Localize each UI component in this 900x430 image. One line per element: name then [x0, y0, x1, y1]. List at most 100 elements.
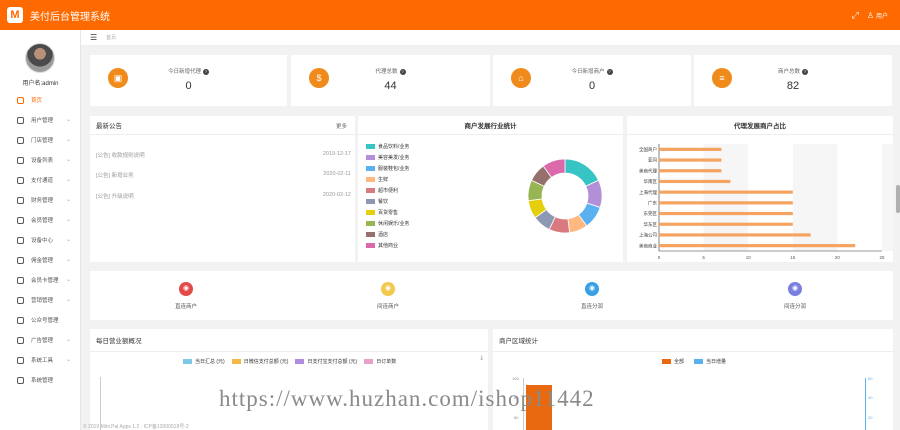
- sidebar-item[interactable]: 设备列表 ⌄: [0, 150, 81, 170]
- y-tick-label: 亚同: [648, 158, 657, 164]
- industry-chart-panel: 商户发展行业统计 食品饮料/业务 美容美发/业务 服装鞋包/业务 生鲜 超市便利 餐饮 百货…: [358, 116, 623, 262]
- quick-direct-merchant[interactable]: ◉ 直连商户: [156, 282, 216, 310]
- legend-swatch: [295, 359, 305, 364]
- stat-card-total-agents: $ 代理总数 44: [291, 55, 490, 106]
- sidebar-item[interactable]: 广告管理 ⌄: [0, 330, 81, 350]
- app-root: M 美付后台管理系统 ⤢ ♙ 用户 用户名:admin 首页 用户管理 ⌄ 门店管理 ⌄…: [0, 0, 900, 430]
- breadcrumb[interactable]: 首页: [106, 34, 116, 41]
- wechat-icon: [17, 316, 24, 324]
- user-icon: ♙: [866, 11, 874, 20]
- notice-more-link[interactable]: 更多: [336, 122, 347, 130]
- bar[interactable]: [659, 190, 793, 194]
- bar[interactable]: [659, 179, 731, 184]
- legend-swatch: [694, 359, 704, 364]
- agent-chart-panel: 代理发展商户占比 0 5 10 15 20 25 全国商户 亚同 美商代理 华南区 上海代理 广东 东莞…: [627, 116, 893, 262]
- bar[interactable]: [659, 222, 793, 226]
- legend-item[interactable]: 日微信支付总额 (元): [231, 358, 288, 365]
- sidebar-menu: 首页 用户管理 ⌄ 门店管理 ⌄ 设备列表 ⌄ 支付通道 ⌄ 财务管理 ⌄ 会员管理 ⌄ 设备中心 ⌄ 佣金管…: [0, 90, 81, 390]
- x-tick-label: 15: [790, 255, 796, 260]
- notice-item[interactable]: [公告] 新增业务 2020-02-11: [96, 171, 351, 179]
- y-tick-label: 美商代理: [639, 167, 657, 174]
- x-tick-label: 0: [658, 255, 661, 260]
- bar[interactable]: [659, 233, 811, 237]
- notice-text: [公告] 新增业务: [96, 173, 134, 179]
- stat-value: 0: [185, 80, 192, 92]
- legend-item[interactable]: 当日增量: [694, 358, 726, 365]
- download-icon[interactable]: ⤓: [480, 355, 483, 362]
- sidebar-item-label: 设备列表: [31, 158, 54, 164]
- bar[interactable]: [659, 147, 722, 151]
- legend-label: 日订单数: [376, 359, 397, 365]
- sidebar-item[interactable]: 系统工具 ⌄: [0, 350, 81, 370]
- region-ytick: 60: [514, 415, 519, 420]
- sidebar-item-label: 设备中心: [31, 238, 54, 244]
- legend-item[interactable]: 日支付宝支付总额 (元): [295, 358, 357, 365]
- bar[interactable]: [659, 169, 722, 173]
- sidebar-item[interactable]: 营销管理 ⌄: [0, 290, 81, 310]
- chevron-down-icon: ⌄: [65, 177, 71, 183]
- legend-item[interactable]: 日订单数: [364, 358, 396, 365]
- legend-item[interactable]: 当日汇总 (元): [183, 358, 225, 365]
- sidebar-item[interactable]: 首页: [0, 90, 81, 110]
- y-tick-label: 东莞区: [644, 210, 658, 217]
- logo-icon: M: [7, 7, 23, 23]
- bar[interactable]: [659, 211, 793, 216]
- region-right-axis: [865, 378, 866, 430]
- sidebar-item[interactable]: 设备中心 ⌄: [0, 230, 81, 250]
- sidebar: 用户名:admin 首页 用户管理 ⌄ 门店管理 ⌄ 设备列表 ⌄ 支付通道 ⌄ 财务管理 ⌄ 会员管…: [0, 30, 81, 430]
- quick-actions-panel: ◉ 直连商户 ◉ 间连商户 ◉ 直连分润 ◉ 间连分润: [90, 271, 893, 320]
- bar[interactable]: [659, 201, 793, 205]
- quick-direct-share[interactable]: ◉ 直连分润: [562, 282, 622, 310]
- username: 用户名:admin: [22, 81, 59, 87]
- bar[interactable]: [659, 158, 722, 162]
- legend-swatch: [183, 359, 192, 364]
- user-menu[interactable]: ♙ 用户: [867, 11, 888, 20]
- sidebar-item[interactable]: 会员卡管理 ⌄: [0, 270, 81, 290]
- legend-item[interactable]: 全部: [662, 358, 684, 365]
- quick-label: 直连分润: [580, 304, 603, 310]
- expand-icon[interactable]: ⤢: [852, 10, 859, 21]
- notice-panel: 最新公告 更多 [公告] 收款规则说明 2019-12-17 [公告] 新增业务…: [90, 116, 355, 262]
- notice-item[interactable]: [公告] 收款规则说明 2019-12-17: [96, 151, 351, 159]
- settings-icon: [17, 376, 24, 384]
- chevron-down-icon: ⌄: [65, 257, 71, 263]
- avatar[interactable]: [25, 43, 55, 73]
- sidebar-item[interactable]: 门店管理 ⌄: [0, 130, 81, 150]
- store-icon: [17, 136, 24, 144]
- pay-icon: [17, 176, 24, 184]
- sidebar-item[interactable]: 公众号管理: [0, 310, 81, 330]
- legend-swatch: [364, 359, 374, 364]
- region-legend: 全部 当日增量: [662, 358, 726, 365]
- sidebar-item[interactable]: 支付通道 ⌄: [0, 170, 81, 190]
- quick-label: 直连商户: [174, 304, 197, 310]
- notice-text: [公告] 升级说明: [96, 194, 134, 200]
- top-right-tools: ⤢ ♙ 用户: [852, 10, 888, 21]
- stat-label: 代理总数: [291, 67, 490, 75]
- industry-donut-chart: [527, 158, 603, 234]
- menu-fold-icon[interactable]: ☰: [90, 33, 97, 42]
- sidebar-item[interactable]: 佣金管理 ⌄: [0, 250, 81, 270]
- region-ytick-right: 20: [868, 415, 873, 420]
- bar[interactable]: [659, 244, 856, 248]
- sidebar-item-label: 公众号管理: [31, 318, 59, 324]
- marketing-icon: [17, 296, 24, 304]
- notice-item[interactable]: [公告] 升级说明 2020-02-12: [96, 192, 351, 200]
- chevron-down-icon: ⌄: [65, 157, 71, 163]
- quick-indirect-share[interactable]: ◉ 间连分润: [765, 282, 825, 310]
- sidebar-item[interactable]: 财务管理 ⌄: [0, 190, 81, 210]
- pie-slice[interactable]: [564, 158, 600, 187]
- region-ytick: 100: [512, 376, 519, 381]
- notice-date: 2019-12-17: [322, 151, 351, 157]
- sidebar-item[interactable]: 用户管理 ⌄: [0, 110, 81, 130]
- region-ytick-right: 60: [868, 376, 873, 381]
- stat-label: 今日新增商户: [493, 67, 691, 75]
- user-menu-label: 用户: [875, 14, 888, 20]
- notice-text: [公告] 收款规则说明: [96, 153, 145, 159]
- daily-legend: 当日汇总 (元) 日微信支付总额 (元) 日支付宝支付总额 (元) 日订单数: [183, 358, 396, 365]
- y-tick-label: 全国商户: [639, 146, 657, 153]
- chevron-down-icon: ⌄: [65, 117, 71, 123]
- sidebar-item[interactable]: 系统管理: [0, 370, 81, 390]
- page-scrollbar[interactable]: [896, 185, 900, 213]
- sidebar-item[interactable]: 会员管理 ⌄: [0, 210, 81, 230]
- quick-indirect-merchant[interactable]: ◉ 间连商户: [358, 282, 418, 310]
